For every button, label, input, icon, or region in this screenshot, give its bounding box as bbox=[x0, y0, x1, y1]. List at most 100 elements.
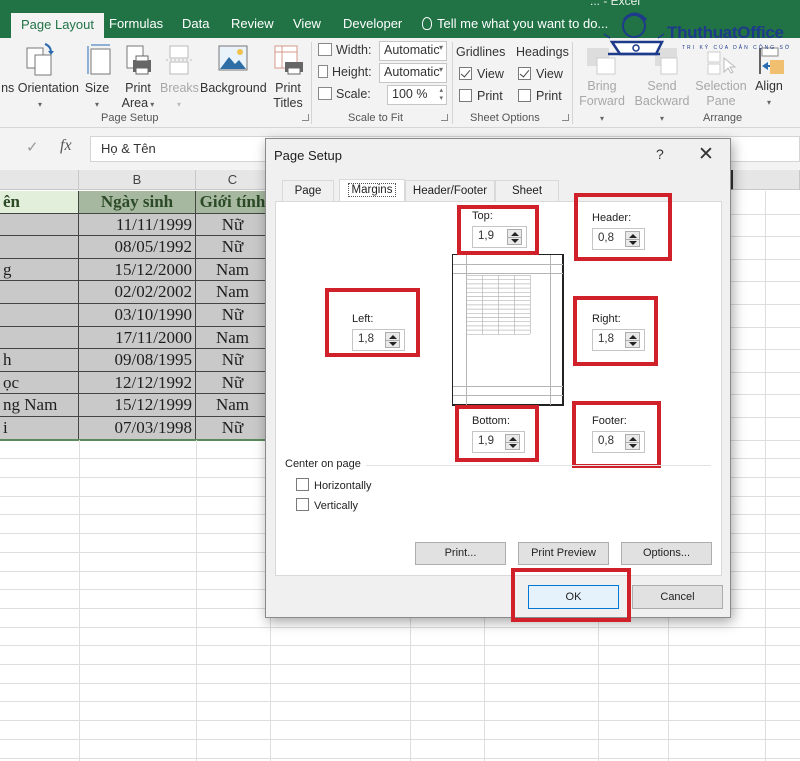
insert-function-icon[interactable]: fx bbox=[60, 137, 72, 155]
table-cell[interactable] bbox=[0, 326, 79, 350]
table-cell[interactable] bbox=[0, 281, 79, 304]
table-cell[interactable]: 02/02/2002 bbox=[79, 281, 196, 304]
table-cell[interactable] bbox=[0, 304, 79, 327]
gridlines-view-checkbox[interactable]: View bbox=[459, 67, 504, 81]
row-gridline bbox=[0, 645, 800, 647]
table-cell[interactable]: 07/03/1998 bbox=[79, 417, 196, 440]
background-button[interactable]: Background bbox=[200, 42, 267, 96]
table-cell[interactable]: Nam bbox=[196, 281, 270, 304]
print-titles-button[interactable]: Print Titles bbox=[270, 42, 306, 111]
table-cell[interactable]: ọc bbox=[0, 371, 79, 395]
table-cell[interactable]: 17/11/2000 bbox=[79, 326, 196, 350]
column-header-c[interactable]: C bbox=[196, 170, 270, 190]
tab-view[interactable]: View bbox=[283, 10, 331, 38]
row-gridline bbox=[0, 701, 800, 703]
column-header-b[interactable]: B bbox=[79, 170, 196, 190]
gridlines-print-checkbox[interactable]: Print bbox=[459, 89, 503, 103]
highlight-footer bbox=[572, 401, 661, 468]
vertically-label: Vertically bbox=[314, 500, 359, 512]
headings-view-checkbox[interactable]: View bbox=[518, 67, 563, 81]
orientation-icon bbox=[23, 42, 57, 78]
size-label: Size bbox=[84, 81, 110, 95]
orientation-button[interactable]: ns Orientation ▾ bbox=[0, 42, 80, 112]
header-cell[interactable]: Ngày sinh bbox=[79, 191, 196, 214]
table-cell[interactable]: 15/12/1999 bbox=[79, 394, 196, 417]
table-cell[interactable]: ng Nam bbox=[0, 394, 79, 417]
options-button[interactable]: Options... bbox=[621, 542, 712, 565]
table-cell[interactable]: Nam bbox=[196, 394, 270, 417]
column-header-a[interactable] bbox=[0, 170, 79, 190]
tab-page[interactable]: Page bbox=[282, 180, 334, 201]
tab-margins[interactable]: Margins bbox=[339, 179, 405, 202]
page-preview bbox=[452, 254, 564, 406]
table-cell[interactable]: Nữ bbox=[196, 417, 270, 440]
breaks-button[interactable]: Breaks ▾ bbox=[160, 42, 199, 112]
table-cell[interactable]: Nữ bbox=[196, 236, 270, 259]
table-cell[interactable]: i bbox=[0, 417, 79, 440]
tab-formulas[interactable]: Formulas bbox=[99, 10, 173, 38]
highlight-header bbox=[574, 193, 672, 261]
table-cell[interactable] bbox=[0, 213, 79, 237]
column-header-e[interactable] bbox=[730, 170, 800, 190]
size-button[interactable]: Size ▾ bbox=[82, 42, 112, 112]
header-cell[interactable]: Giới tính bbox=[196, 191, 270, 214]
table-cell[interactable]: g bbox=[0, 258, 79, 282]
print-preview-button[interactable]: Print Preview bbox=[518, 542, 609, 565]
print-area-button[interactable]: Print Area ▾ bbox=[118, 42, 158, 112]
vertically-checkbox[interactable]: Vertically bbox=[296, 498, 358, 512]
table-cell[interactable]: 12/12/1992 bbox=[79, 371, 196, 395]
close-button[interactable]: ✕ bbox=[698, 143, 714, 166]
bring-forward-label-2: Forward bbox=[579, 94, 625, 108]
print-titles-icon bbox=[271, 42, 305, 78]
help-button[interactable]: ? bbox=[656, 146, 664, 162]
tell-me-search[interactable]: Tell me what you want to do... bbox=[422, 10, 608, 38]
row-gridline bbox=[730, 258, 800, 260]
table-cell[interactable]: 03/10/1990 bbox=[79, 304, 196, 327]
selection-pane-label-2: Pane bbox=[706, 94, 736, 108]
print-titles-label-1: Print bbox=[275, 81, 301, 95]
print-button[interactable]: Print... bbox=[415, 542, 506, 565]
tab-header-footer[interactable]: Header/Footer bbox=[405, 180, 495, 201]
logo-tagline: TRI KỶ CỦA DÂN CÔNG SỞ bbox=[682, 45, 792, 51]
table-cell[interactable]: 11/11/1999 bbox=[79, 213, 196, 237]
horizontally-label: Horizontally bbox=[314, 480, 372, 492]
page-setup-launcher[interactable] bbox=[302, 114, 309, 121]
margins-label-fragment: ns bbox=[1, 81, 15, 95]
enter-check-icon[interactable]: ✓ bbox=[26, 138, 39, 156]
group-separator bbox=[311, 42, 312, 124]
table-cell[interactable]: Nữ bbox=[196, 213, 270, 237]
width-dropdown[interactable]: Automatic ▾ bbox=[379, 41, 447, 61]
tab-data[interactable]: Data bbox=[172, 10, 219, 38]
row-gridline bbox=[0, 720, 800, 722]
height-dropdown[interactable]: Automatic ▾ bbox=[379, 63, 447, 83]
highlight-left bbox=[325, 288, 420, 357]
table-cell[interactable]: Nữ bbox=[196, 349, 270, 372]
tab-review[interactable]: Review bbox=[221, 10, 284, 38]
horizontally-checkbox[interactable]: Horizontally bbox=[296, 478, 371, 492]
table-cell[interactable]: 15/12/2000 bbox=[79, 258, 196, 282]
scale-spinner[interactable]: 100 % ▴ ▾ bbox=[387, 85, 447, 105]
tab-developer[interactable]: Developer bbox=[333, 10, 412, 38]
row-gridline bbox=[730, 326, 800, 328]
table-cell[interactable]: 09/08/1995 bbox=[79, 349, 196, 372]
print-area-label-1: Print bbox=[125, 81, 151, 95]
sheet-options-launcher[interactable] bbox=[562, 114, 569, 121]
cancel-button[interactable]: Cancel bbox=[632, 585, 723, 609]
tab-sheet[interactable]: Sheet bbox=[495, 180, 559, 201]
scale-to-fit-launcher[interactable] bbox=[441, 114, 448, 121]
tab-page-layout[interactable]: Page Layout bbox=[11, 13, 105, 38]
headings-print-checkbox[interactable]: Print bbox=[518, 89, 562, 103]
table-cell[interactable]: 08/05/1992 bbox=[79, 236, 196, 259]
row-gridline bbox=[0, 626, 800, 628]
table-cell[interactable]: Nữ bbox=[196, 304, 270, 327]
scale-icon bbox=[318, 87, 332, 100]
table-cell[interactable]: h bbox=[0, 349, 79, 372]
header-cell[interactable]: ên bbox=[0, 191, 79, 214]
table-cell[interactable]: Nam bbox=[196, 326, 270, 350]
gridlines-heading: Gridlines bbox=[456, 45, 506, 59]
table-cell[interactable]: Nam bbox=[196, 258, 270, 282]
table-cell[interactable]: Nữ bbox=[196, 371, 270, 395]
checkbox-unchecked-icon bbox=[518, 89, 531, 102]
scale-to-fit-group-label: Scale to Fit bbox=[348, 112, 404, 124]
table-cell[interactable] bbox=[0, 236, 79, 259]
